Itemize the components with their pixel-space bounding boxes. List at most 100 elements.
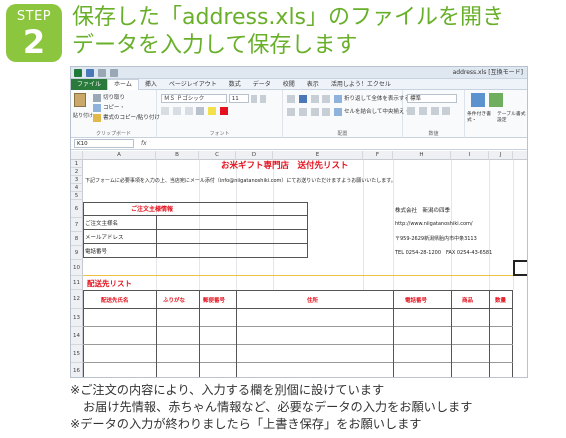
fx-label[interactable]: fx <box>141 138 147 149</box>
select-all-corner[interactable] <box>71 151 83 160</box>
ribbon-tabs: ファイル ホーム 挿入 ページレイアウト 数式 データ 校閲 表示 活用しよう！エクセル <box>71 79 527 90</box>
tab-insert[interactable]: 挿入 <box>139 79 163 90</box>
save-icon[interactable] <box>85 68 94 77</box>
align-top-icon[interactable] <box>287 94 295 103</box>
column-header-i[interactable]: I <box>451 151 489 160</box>
row-header-6[interactable]: 6 <box>71 200 83 218</box>
row-header-11[interactable]: 11 <box>71 276 83 290</box>
wrap-text-icon[interactable] <box>334 94 342 103</box>
align-center-icon[interactable] <box>298 107 307 116</box>
shrink-font-icon[interactable] <box>260 94 267 103</box>
order-info-header: ご注文主様情報 <box>131 206 174 213</box>
paste-label: 貼り付け <box>73 113 94 119</box>
italic-icon[interactable] <box>172 107 181 115</box>
copy-label: コピー・ <box>103 105 126 111</box>
row-header-12[interactable]: 12 <box>71 290 83 309</box>
table-border <box>83 326 513 327</box>
cut-button[interactable]: 切り取り <box>93 93 125 102</box>
table-border <box>489 290 490 377</box>
tab-home[interactable]: ホーム <box>107 79 139 90</box>
wrap-text-label[interactable]: 折り返して全体を表示する <box>344 96 410 102</box>
merge-center-label[interactable]: セルを結合して中央揃え・ <box>344 109 410 115</box>
copy-button[interactable]: コピー・ <box>93 103 125 112</box>
currency-icon[interactable] <box>407 107 415 115</box>
format-as-table-label[interactable]: テーブル書式設定 <box>497 112 527 124</box>
title-bar: address.xls [互換モード] <box>71 67 527 79</box>
format-painter-button[interactable]: 書式のコピー/貼り付け <box>93 113 160 122</box>
column-header-j[interactable]: J <box>489 151 513 160</box>
delivery-list-title: 配送先リスト <box>87 279 132 288</box>
percent-icon[interactable] <box>418 107 427 115</box>
borders-icon[interactable] <box>196 107 205 115</box>
column-header-h[interactable]: H <box>393 151 451 160</box>
bold-icon[interactable] <box>161 107 169 115</box>
tab-file[interactable]: ファイル <box>71 79 108 90</box>
shop-company: 株式会社 新潟の四季 <box>395 208 451 214</box>
quick-access-toolbar <box>74 67 120 79</box>
row-header-9[interactable]: 9 <box>71 246 83 260</box>
active-cell[interactable] <box>513 260 527 276</box>
conditional-format-icon[interactable] <box>471 93 485 107</box>
order-field-phone: 電話番号 <box>85 249 108 255</box>
paste-icon <box>74 93 86 107</box>
notes: ※ご注文の内容により、入力する欄を別個に設けています お届け先情報、赤ちゃん情報… <box>70 382 564 433</box>
row-header-7[interactable]: 7 <box>71 218 83 232</box>
align-bottom-icon[interactable] <box>310 94 319 103</box>
font-color-icon[interactable] <box>219 107 228 115</box>
tab-page-layout[interactable]: ページレイアウト <box>163 79 223 90</box>
comma-icon[interactable] <box>430 107 439 115</box>
note-1: ※ご注文の内容により、入力する欄を別個に設けています <box>70 383 385 397</box>
row-header-5[interactable]: 5 <box>71 192 83 200</box>
merge-icon[interactable] <box>334 107 342 116</box>
row-10-highlight <box>83 275 513 276</box>
redo-icon[interactable] <box>109 68 118 77</box>
underline-icon[interactable] <box>184 107 193 115</box>
font-group: ＭＳ Ｐゴシック 11 フォント <box>157 90 283 138</box>
tab-addin[interactable]: 活用しよう！エクセル <box>325 79 397 90</box>
tab-review[interactable]: 校閲 <box>277 79 301 90</box>
row-header-2[interactable]: 2 <box>71 168 83 176</box>
row-header-3[interactable]: 3 <box>71 176 83 184</box>
paste-button[interactable] <box>74 93 88 107</box>
indent-icon[interactable] <box>322 107 331 116</box>
column-header-f[interactable]: F <box>363 151 393 160</box>
tab-view[interactable]: 表示 <box>301 79 325 90</box>
fill-color-icon[interactable] <box>208 107 216 115</box>
step-label: STEP <box>16 9 52 24</box>
format-as-table-icon[interactable] <box>488 93 503 107</box>
orientation-icon[interactable] <box>322 94 331 103</box>
headline: 保存した「address.xls」のファイルを開き データを入力して保存します <box>72 4 562 60</box>
row-header-10[interactable]: 10 <box>71 260 83 276</box>
excel-window: address.xls [互換モード] ファイル ホーム 挿入 ページレイアウト 数式デ… <box>70 66 528 378</box>
worksheet[interactable]: A B C D E F H I J 1 2 3 4 5 6 7 8 9 10 1… <box>71 151 527 377</box>
table-border <box>393 290 394 377</box>
number-format-select[interactable]: 標準 <box>407 94 457 103</box>
row-header-4[interactable]: 4 <box>71 184 83 192</box>
font-name-select[interactable]: ＭＳ Ｐゴシック <box>161 94 227 103</box>
align-right-icon[interactable] <box>310 107 319 116</box>
row-header-16[interactable]: 16 <box>71 363 83 377</box>
conditional-format-label[interactable]: 条件付き書式・ <box>467 112 497 124</box>
name-box[interactable]: K10 <box>74 139 134 148</box>
tab-formulas[interactable]: 数式 <box>223 79 247 90</box>
order-field-name: ご注文主様名 <box>85 221 119 227</box>
headline-line-2: データを入力して保存します <box>72 33 358 58</box>
row-header-1[interactable]: 1 <box>71 160 83 168</box>
row-header-13[interactable]: 13 <box>71 309 83 327</box>
column-header-a[interactable]: A <box>83 151 156 160</box>
font-size-select[interactable]: 11 <box>228 94 249 103</box>
number-group: 標準 数値 <box>403 90 465 138</box>
align-middle-icon[interactable] <box>298 94 307 103</box>
table-border <box>236 290 237 377</box>
undo-icon[interactable] <box>97 68 106 77</box>
shop-tel-fax: TEL 0254-28-1200 FAX 0254-43-6581 <box>395 250 493 256</box>
row-header-8[interactable]: 8 <box>71 232 83 246</box>
align-left-icon[interactable] <box>287 107 295 116</box>
row-header-15[interactable]: 15 <box>71 345 83 363</box>
row-header-14[interactable]: 14 <box>71 327 83 345</box>
tab-data[interactable]: データ <box>247 79 277 90</box>
decimal-icon[interactable] <box>442 107 451 115</box>
grow-font-icon[interactable] <box>250 94 257 103</box>
clipboard-group-label: クリップボード <box>95 131 131 137</box>
column-header-b[interactable]: B <box>156 151 199 160</box>
